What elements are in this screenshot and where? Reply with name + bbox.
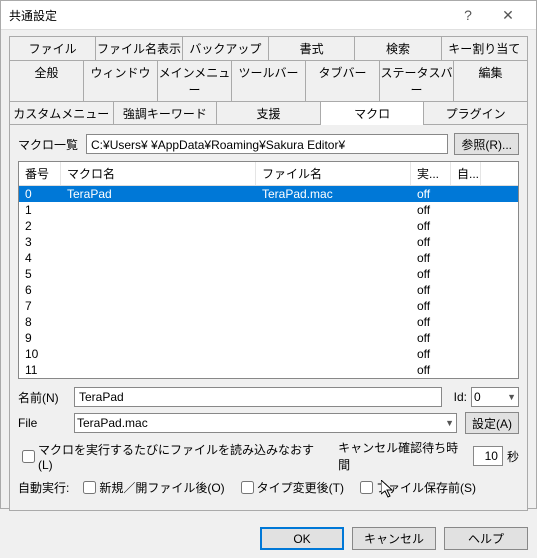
tab-ファイル[interactable]: ファイル — [9, 36, 96, 60]
help-icon[interactable]: ? — [448, 1, 488, 29]
file-label: File — [18, 416, 74, 430]
col-auto[interactable]: 自... — [451, 162, 481, 185]
tab-panel-macro: マクロ一覧 C:¥Users¥ ¥AppData¥Roaming¥Sakura … — [9, 124, 528, 511]
table-row[interactable]: 7off — [19, 298, 518, 314]
macro-listview[interactable]: 番号 マクロ名 ファイル名 実... 自... 0TeraPadTeraPad.… — [18, 161, 519, 379]
browse-button[interactable]: 参照(R)... — [454, 133, 519, 155]
table-row[interactable]: 5off — [19, 266, 518, 282]
tab-キー割り当て[interactable]: キー割り当て — [442, 36, 528, 60]
cancel-wait-label: キャンセル確認待ち時間 — [338, 439, 469, 473]
table-row[interactable]: 6off — [19, 282, 518, 298]
list-header: 番号 マクロ名 ファイル名 実... 自... — [19, 162, 518, 186]
autoexec-label: 自動実行: — [18, 479, 69, 496]
col-exec[interactable]: 実... — [411, 162, 451, 185]
tab-タブバー[interactable]: タブバー — [306, 60, 380, 101]
chevron-down-icon: ▼ — [445, 418, 454, 428]
window-title: 共通設定 — [9, 7, 448, 24]
tab-strip: ファイルファイル名表示バックアップ書式検索キー割り当て 全般ウィンドウメインメニ… — [9, 36, 528, 125]
reload-checkbox[interactable]: マクロを実行するたびにファイルを読み込みなおす(L) — [18, 441, 326, 472]
content: ファイルファイル名表示バックアップ書式検索キー割り当て 全般ウィンドウメインメニ… — [1, 30, 536, 519]
tab-編集[interactable]: 編集 — [454, 60, 528, 101]
dialog-window: 共通設定 ? ✕ ファイルファイル名表示バックアップ書式検索キー割り当て 全般ウ… — [0, 0, 537, 509]
table-row[interactable]: 11off — [19, 362, 518, 378]
help-button[interactable]: ヘルプ — [444, 527, 528, 550]
table-row[interactable]: 10off — [19, 346, 518, 362]
macro-folder-path[interactable]: C:¥Users¥ ¥AppData¥Roaming¥Sakura Editor… — [86, 134, 448, 154]
table-row[interactable]: 3off — [19, 234, 518, 250]
id-select[interactable]: 0▼ — [471, 387, 519, 407]
col-number[interactable]: 番号 — [19, 162, 61, 185]
autoexec-open-checkbox[interactable]: 新規／開ファイル後(O) — [79, 478, 224, 497]
tab-検索[interactable]: 検索 — [355, 36, 441, 60]
table-row[interactable]: 9off — [19, 330, 518, 346]
tab-バックアップ[interactable]: バックアップ — [183, 36, 269, 60]
autoexec-type-checkbox[interactable]: タイプ変更後(T) — [237, 478, 344, 497]
dialog-buttons: OK キャンセル ヘルプ — [1, 519, 536, 558]
cancel-wait-input[interactable] — [473, 446, 503, 466]
file-combobox[interactable]: TeraPad.mac▼ — [74, 413, 457, 433]
tab-カスタムメニュー[interactable]: カスタムメニュー — [9, 101, 114, 125]
tab-マクロ[interactable]: マクロ — [321, 101, 425, 125]
tab-ツールバー[interactable]: ツールバー — [232, 60, 306, 101]
tab-メインメニュー[interactable]: メインメニュー — [158, 60, 232, 101]
tab-全般[interactable]: 全般 — [9, 60, 84, 101]
close-icon[interactable]: ✕ — [488, 1, 528, 29]
tab-ファイル名表示[interactable]: ファイル名表示 — [96, 36, 182, 60]
titlebar[interactable]: 共通設定 ? ✕ — [1, 1, 536, 30]
id-label: Id: — [454, 390, 467, 404]
table-row[interactable]: 4off — [19, 250, 518, 266]
col-file-name[interactable]: ファイル名 — [256, 162, 411, 185]
tab-強調キーワード[interactable]: 強調キーワード — [114, 101, 218, 125]
name-label: 名前(N) — [18, 389, 74, 406]
table-row[interactable]: 8off — [19, 314, 518, 330]
set-button[interactable]: 設定(A) — [465, 412, 519, 434]
macro-list-label: マクロ一覧 — [18, 136, 78, 153]
cancel-button[interactable]: キャンセル — [352, 527, 436, 550]
table-row[interactable]: 1off — [19, 202, 518, 218]
cancel-wait-unit: 秒 — [507, 448, 519, 465]
list-body[interactable]: 0TeraPadTeraPad.macoff1off2off3off4off5o… — [19, 186, 518, 378]
tab-支援[interactable]: 支援 — [217, 101, 321, 125]
chevron-down-icon: ▼ — [507, 392, 516, 402]
table-row[interactable]: 2off — [19, 218, 518, 234]
table-row[interactable]: 0TeraPadTeraPad.macoff — [19, 186, 518, 202]
tab-書式[interactable]: 書式 — [269, 36, 355, 60]
col-macro-name[interactable]: マクロ名 — [61, 162, 256, 185]
autoexec-save-checkbox[interactable]: ファイル保存前(S) — [356, 478, 476, 497]
tab-ウィンドウ[interactable]: ウィンドウ — [84, 60, 158, 101]
ok-button[interactable]: OK — [260, 527, 344, 550]
tab-ステータスバー[interactable]: ステータスバー — [380, 60, 454, 101]
name-input[interactable] — [74, 387, 442, 407]
tab-プラグイン[interactable]: プラグイン — [424, 101, 528, 125]
